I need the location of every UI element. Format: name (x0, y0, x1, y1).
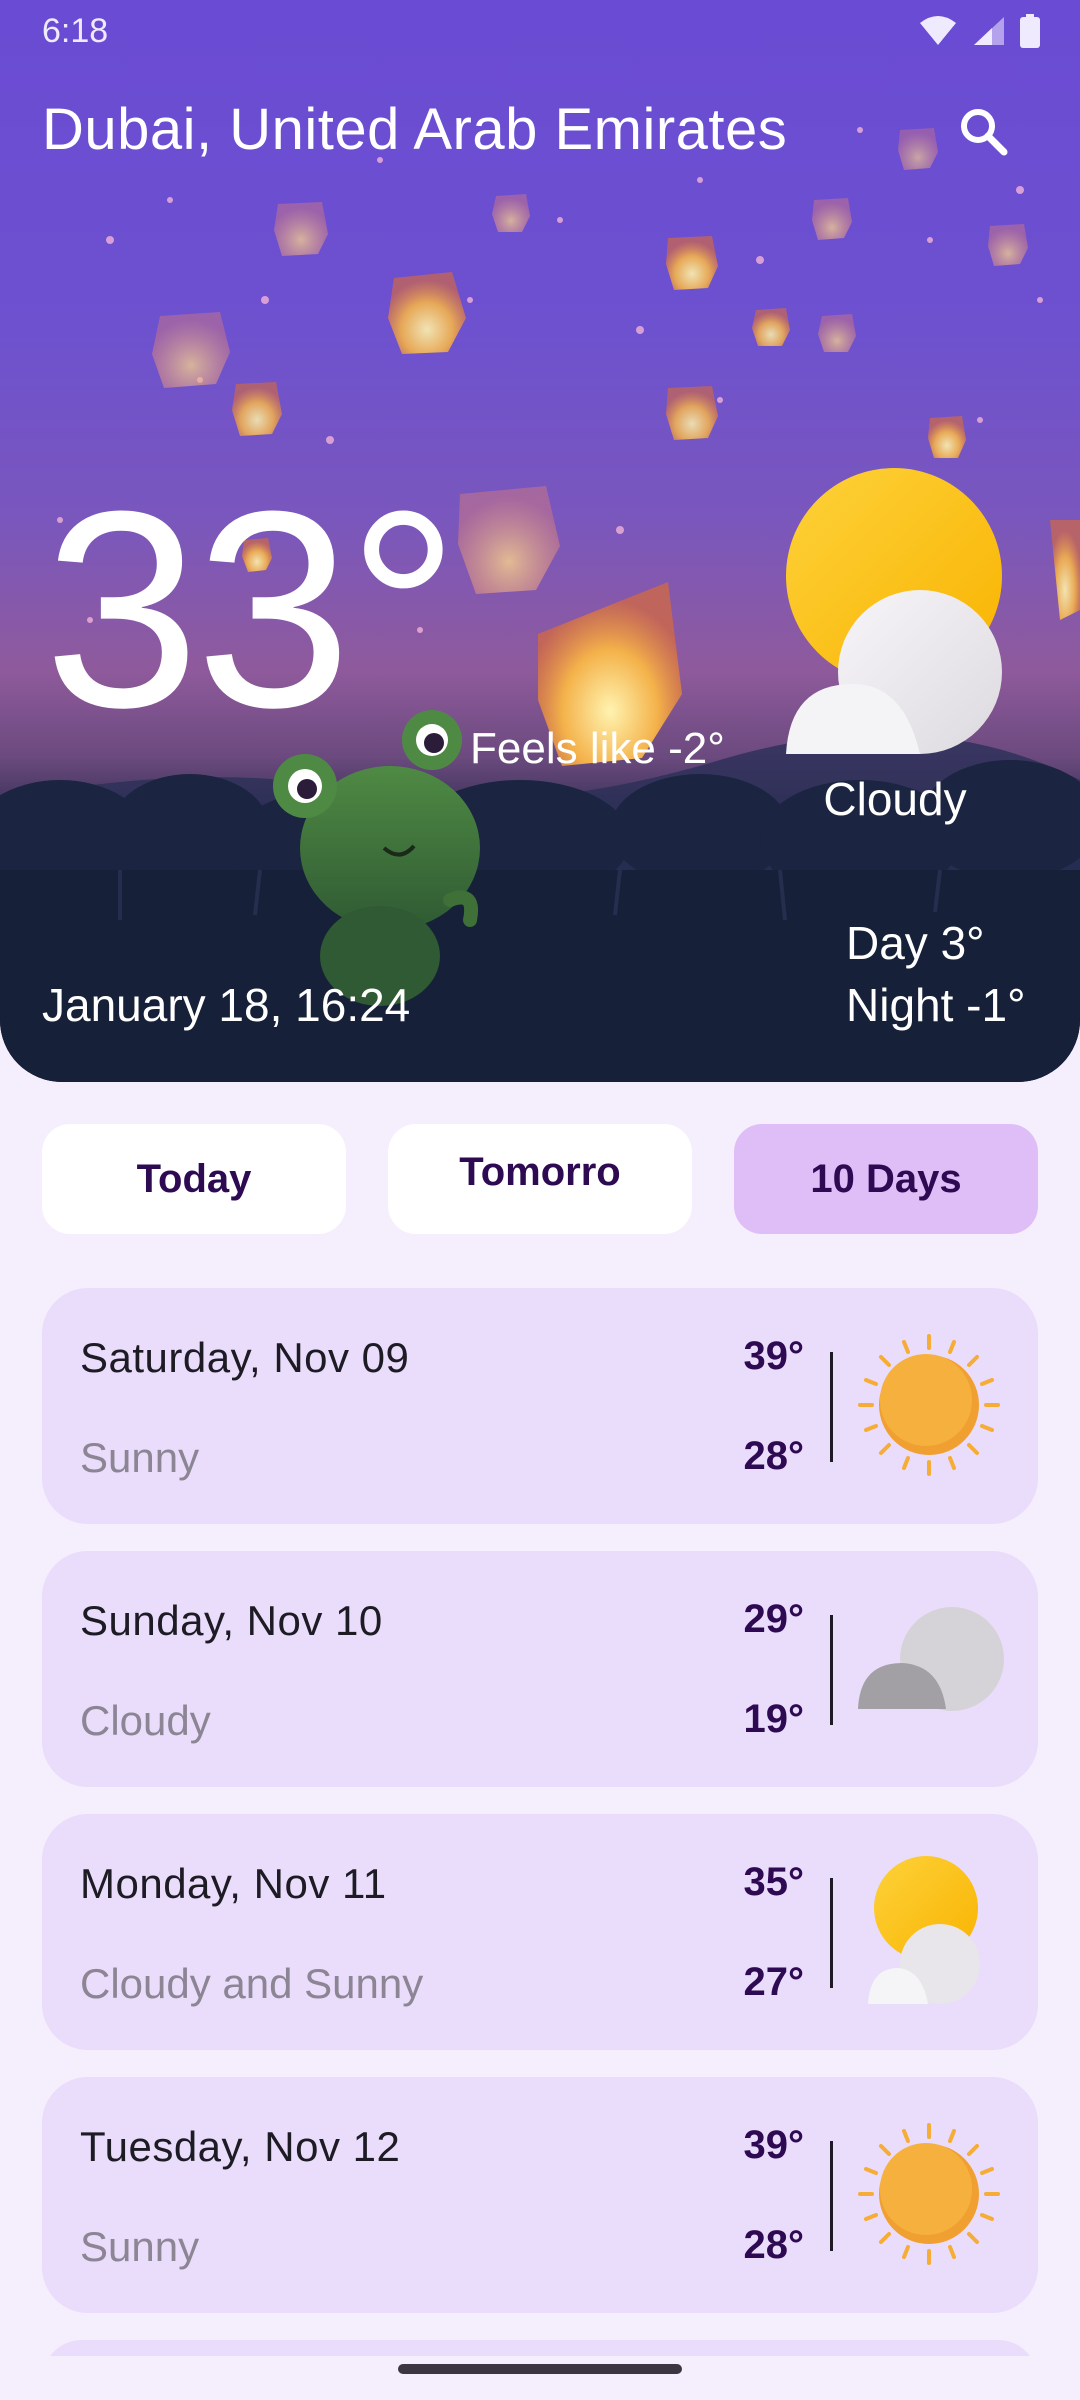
forecast-day: Monday, Nov 11 (80, 1860, 387, 1907)
search-icon (961, 109, 1008, 156)
forecast-low: 27° (743, 1960, 805, 2004)
forecast-card[interactable]: Saturday, Nov 09 Sunny 39° 28° (42, 1288, 1038, 1524)
nav-bar-background (0, 2356, 1080, 2400)
forecast-day: Saturday, Nov 09 (80, 1334, 410, 1381)
forecast-high: 29° (743, 1597, 805, 1641)
forecast-high: 39° (743, 2123, 805, 2167)
status-icons (918, 14, 1040, 48)
forecast-condition: Sunny (80, 1434, 200, 1481)
forecast-condition: Cloudy and Sunny (80, 1960, 424, 2007)
wifi-icon (920, 16, 956, 45)
night-temperature: Night -1° (846, 979, 1026, 1031)
tab-today[interactable]: Today (42, 1124, 346, 1234)
location-title: Dubai, United Arab Emirates (42, 97, 788, 162)
home-indicator[interactable] (398, 2364, 682, 2374)
forecast-low: 28° (743, 2223, 805, 2267)
tab-tomorrow[interactable]: Tomorro (388, 1124, 692, 1234)
current-condition-label: Cloudy (823, 773, 967, 825)
day-temperature: Day 3° (846, 917, 985, 969)
sunny-icon (858, 1334, 1000, 1476)
current-datetime: January 18, 16:24 (42, 979, 411, 1031)
tab-today-label: Today (136, 1156, 252, 1201)
forecast-high: 35° (743, 1860, 805, 1904)
forecast-card[interactable]: Tuesday, Nov 12 Sunny 39° 28° (42, 2077, 1038, 2313)
search-button[interactable] (952, 100, 1016, 164)
divider (830, 1615, 833, 1725)
weather-hero: 6:18 Dubai, United Arab Emirates 33° Fee… (0, 0, 1080, 1082)
forecast-low: 19° (743, 1697, 805, 1741)
forecast-condition: Cloudy (80, 1697, 211, 1744)
divider (830, 1878, 833, 1988)
forecast-list: Saturday, Nov 09 Sunny 39° 28° Sunday, N… (42, 1288, 1038, 2340)
tab-10-days[interactable]: 10 Days (734, 1124, 1038, 1234)
feels-like-text: Feels like -2° (470, 724, 725, 773)
divider (830, 1352, 833, 1462)
cloudy-icon (858, 1607, 1004, 1711)
battery-icon (1020, 14, 1040, 48)
status-time: 6:18 (42, 12, 109, 50)
forecast-card[interactable]: Sunday, Nov 10 Cloudy 29° 19° (42, 1551, 1038, 1787)
forecast-condition: Sunny (80, 2223, 200, 2270)
status-bar: 6:18 (0, 0, 1080, 64)
partly-sunny-icon (868, 1856, 980, 2004)
sunny-icon (858, 2123, 1000, 2265)
tab-tomorrow-label: Tomorro (459, 1150, 621, 1194)
forecast-high: 39° (743, 1334, 805, 1378)
cellular-signal-icon (974, 17, 1004, 45)
forecast-day: Sunday, Nov 10 (80, 1597, 383, 1644)
forecast-day: Tuesday, Nov 12 (80, 2123, 401, 2170)
partly-cloudy-icon (786, 468, 1002, 754)
current-temperature: 33° (44, 454, 459, 766)
forecast-low: 28° (743, 1434, 805, 1478)
divider (830, 2141, 833, 2251)
forecast-card[interactable]: Monday, Nov 11 Cloudy and Sunny 35° 27° (42, 1814, 1038, 2050)
tab-10-days-label: 10 Days (810, 1156, 962, 1201)
